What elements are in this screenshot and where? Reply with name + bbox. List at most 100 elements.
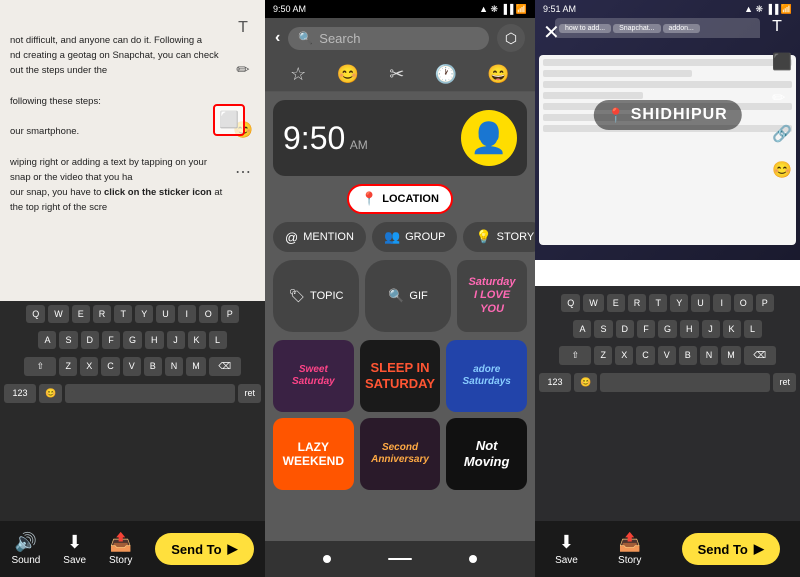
rkey-n[interactable]: N [700, 346, 719, 365]
right-text-icon[interactable]: T [772, 18, 792, 36]
key-x[interactable]: X [80, 357, 98, 376]
rkey-backspace[interactable]: ⌫ [744, 346, 776, 365]
rkey-u[interactable]: U [691, 294, 710, 312]
pen-tool-icon[interactable]: ✏ [231, 58, 255, 82]
sticker-pack-icon[interactable]: ⬡ [497, 24, 525, 52]
rkey-p[interactable]: P [756, 294, 774, 312]
text-tool-icon[interactable]: T [231, 16, 255, 40]
rkey-c[interactable]: C [636, 346, 655, 365]
rkey-a[interactable]: A [573, 320, 591, 338]
sticker-adore-saturdays[interactable]: adoreSaturdays [446, 340, 527, 412]
key-s[interactable]: S [59, 331, 77, 349]
category-face-icon[interactable]: 😊 [337, 64, 359, 85]
group-chip[interactable]: 👥 GROUP [372, 222, 458, 252]
rkey-d[interactable]: D [616, 320, 635, 338]
right-pen-icon[interactable]: ✏ [772, 88, 792, 108]
rkey-g[interactable]: G [658, 320, 677, 338]
rkey-h[interactable]: H [680, 320, 699, 338]
key-f[interactable]: F [102, 331, 120, 349]
rkey-w[interactable]: W [583, 294, 604, 312]
key-n[interactable]: N [165, 357, 184, 376]
key-p[interactable]: P [221, 305, 239, 323]
right-sticker-icon[interactable]: ⬛ [772, 52, 792, 72]
key-backspace[interactable]: ⌫ [209, 357, 241, 376]
right-link-icon[interactable]: 🔗 [772, 124, 792, 144]
sticker-sweet-saturday[interactable]: SweetSaturday [273, 340, 354, 412]
rkey-x[interactable]: X [615, 346, 633, 365]
rkey-space[interactable] [600, 373, 770, 392]
sticker-lazy-weekend[interactable]: LAZYWEEKEND [273, 418, 354, 490]
category-emoji2-icon[interactable]: 😄 [487, 64, 509, 85]
nav-back-line[interactable] [388, 558, 412, 560]
key-i[interactable]: I [178, 305, 196, 323]
rkey-emoji[interactable]: 😊 [574, 373, 597, 392]
mention-chip[interactable]: @ MENTION [273, 222, 366, 252]
key-h[interactable]: H [145, 331, 164, 349]
location-button[interactable]: 📍 LOCATION [347, 184, 453, 214]
rkey-s[interactable]: S [594, 320, 612, 338]
key-v[interactable]: V [123, 357, 141, 376]
rkey-b[interactable]: B [679, 346, 697, 365]
browser-tab-3[interactable]: addon... [663, 24, 700, 33]
nav-recent-dot[interactable] [469, 555, 477, 563]
rkey-j[interactable]: J [702, 320, 720, 338]
rkey-shift[interactable]: ⇧ [559, 346, 591, 365]
rkey-y[interactable]: Y [670, 294, 688, 312]
sticker-saturday-ily[interactable]: SaturdayI LOVE YOU [457, 260, 527, 332]
sticker-icon-box[interactable]: ⬜ [213, 104, 245, 136]
rkey-k[interactable]: K [723, 320, 741, 338]
key-d[interactable]: D [81, 331, 100, 349]
key-space[interactable] [65, 384, 235, 403]
key-o[interactable]: O [199, 305, 218, 323]
key-123[interactable]: 123 [4, 384, 36, 403]
save-button-left[interactable]: ⬇ Save [63, 532, 86, 566]
key-j[interactable]: J [167, 331, 185, 349]
more-tool-icon[interactable]: ⋯ [231, 160, 255, 184]
story-chip[interactable]: 💡 STORY [463, 222, 535, 252]
sticker-not-moving[interactable]: NotMoving [446, 418, 527, 490]
key-z[interactable]: Z [59, 357, 77, 376]
key-b[interactable]: B [144, 357, 162, 376]
rkey-z[interactable]: Z [594, 346, 612, 365]
rkey-e[interactable]: E [607, 294, 625, 312]
rkey-m[interactable]: M [721, 346, 741, 365]
rkey-q[interactable]: Q [561, 294, 580, 312]
sticker-second-anniversary[interactable]: SecondAnniversary [360, 418, 441, 490]
key-m[interactable]: M [186, 357, 206, 376]
search-input[interactable] [319, 31, 479, 46]
story-button-left[interactable]: 📤 Story [109, 532, 132, 566]
rkey-123[interactable]: 123 [539, 373, 571, 392]
browser-tab-1[interactable]: how to add... [559, 24, 611, 33]
category-clock-icon[interactable]: 🕐 [435, 64, 457, 85]
rkey-v[interactable]: V [658, 346, 676, 365]
nav-home-dot[interactable] [323, 555, 331, 563]
key-t[interactable]: T [114, 305, 132, 323]
key-y[interactable]: Y [135, 305, 153, 323]
search-input-container[interactable]: 🔍 [288, 27, 489, 50]
key-return[interactable]: ret [238, 384, 261, 403]
rkey-return[interactable]: ret [773, 373, 796, 392]
browser-tab-2[interactable]: Snapchat... [613, 24, 660, 33]
rkey-f[interactable]: F [637, 320, 655, 338]
back-button[interactable]: ‹ [275, 29, 280, 47]
rkey-t[interactable]: T [649, 294, 667, 312]
rkey-o[interactable]: O [734, 294, 753, 312]
topic-chip[interactable]: 🏷 TOPIC [273, 260, 359, 332]
key-c[interactable]: C [101, 357, 120, 376]
send-to-button-right[interactable]: Send To ▶ [682, 533, 780, 565]
key-g[interactable]: G [123, 331, 142, 349]
key-emoji[interactable]: 😊 [39, 384, 62, 403]
key-shift[interactable]: ⇧ [24, 357, 56, 376]
send-to-button-left[interactable]: Send To ▶ [155, 533, 253, 565]
rkey-l[interactable]: L [744, 320, 762, 338]
story-button-right[interactable]: 📤 Story [618, 532, 641, 566]
sticker-sleep-saturday[interactable]: SLEEP INSATURDAY [360, 340, 441, 412]
rkey-i[interactable]: I [713, 294, 731, 312]
key-r[interactable]: R [93, 305, 112, 323]
key-u[interactable]: U [156, 305, 175, 323]
rkey-r[interactable]: R [628, 294, 647, 312]
save-button-right[interactable]: ⬇ Save [555, 532, 578, 566]
key-w[interactable]: W [48, 305, 69, 323]
close-button[interactable]: ✕ [543, 20, 560, 45]
key-e[interactable]: E [72, 305, 90, 323]
